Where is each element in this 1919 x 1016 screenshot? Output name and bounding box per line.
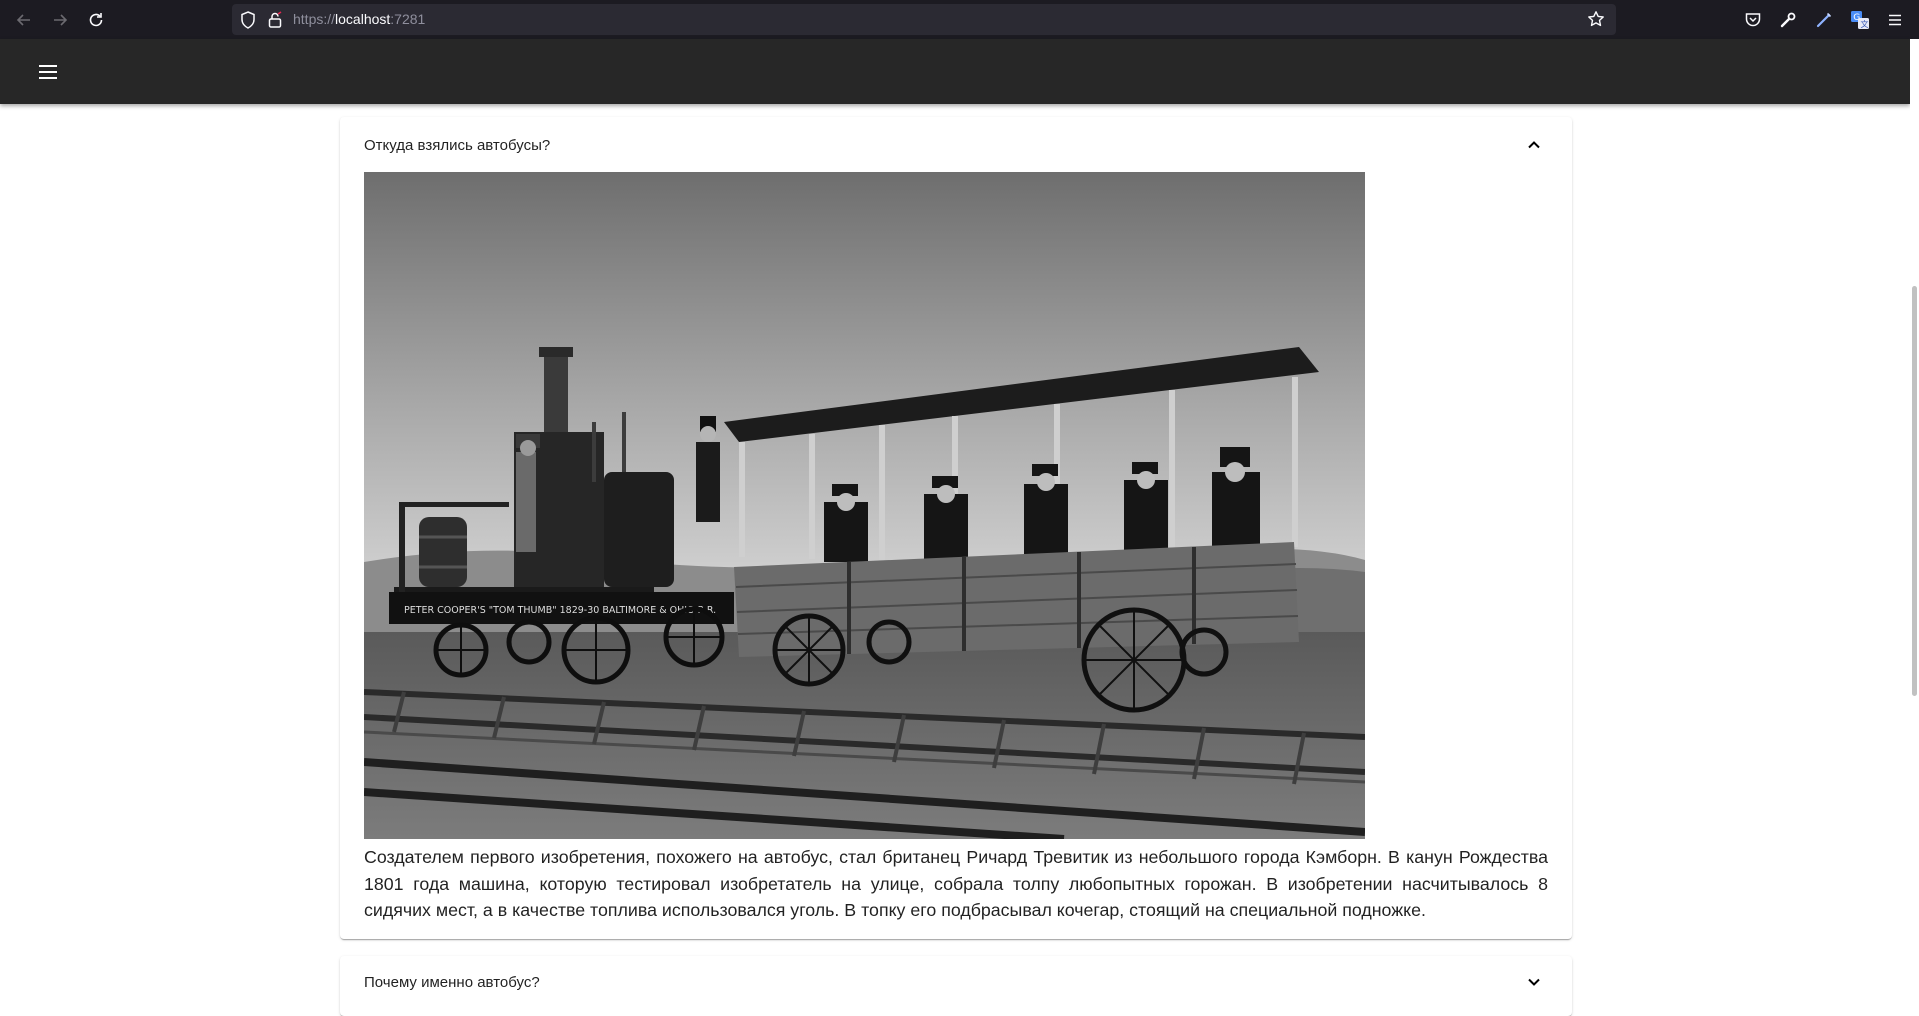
article-text: Создателем первого изобретения, похожего…	[364, 847, 1548, 921]
accordion-panel-origins: Откуда взялись автобусы? PETER COOPER'S …	[340, 117, 1572, 939]
accordion-title: Откуда взялись автобусы?	[364, 137, 551, 154]
accordion-header-why-bus[interactable]: Почему именно автобус?	[364, 956, 1548, 1012]
pen-icon[interactable]	[1814, 10, 1834, 30]
hamburger-menu-icon[interactable]	[36, 60, 60, 84]
accordion-panel-why-bus: Почему именно автобус?	[340, 956, 1572, 1016]
accordion-header-origins[interactable]: Откуда взялись автобусы?	[364, 117, 1548, 173]
back-icon	[16, 14, 30, 26]
pocket-icon[interactable]	[1743, 10, 1763, 30]
wrench-icon[interactable]	[1778, 10, 1798, 30]
app-bar	[0, 39, 1910, 104]
reload-icon	[89, 13, 103, 27]
locomotive-sign-text: PETER COOPER'S "TOM THUMB" 1829-30 BALTI…	[404, 605, 716, 616]
forward-button[interactable]	[47, 7, 73, 33]
accordion-title: Почему именно автобус?	[364, 974, 540, 991]
scrollbar-thumb[interactable]	[1912, 286, 1917, 696]
url-scheme: https://	[293, 11, 336, 27]
chevron-up-icon[interactable]	[1524, 135, 1544, 155]
translate-icon[interactable]: G文	[1850, 10, 1870, 30]
svg-text:文: 文	[1861, 19, 1869, 29]
lock-icon[interactable]	[265, 10, 285, 30]
star-icon[interactable]	[1586, 9, 1606, 29]
back-button[interactable]	[11, 7, 37, 33]
locomotive-carriage-image: PETER COOPER'S "TOM THUMB" 1829-30 BALTI…	[364, 172, 1365, 839]
chevron-down-icon[interactable]	[1524, 972, 1544, 992]
url-host: localhost	[335, 11, 391, 27]
browser-toolbar: https://localhost:7281 G文	[0, 0, 1919, 39]
url-bar[interactable]: https://localhost:7281	[232, 4, 1616, 35]
url-text[interactable]: https://localhost:7281	[293, 11, 425, 27]
menu-icon[interactable]	[1885, 10, 1905, 30]
forward-icon	[54, 14, 68, 26]
shield-icon[interactable]	[238, 10, 258, 30]
url-port: :7281	[390, 11, 426, 27]
reload-button[interactable]	[83, 7, 109, 33]
historic-bus-photo: PETER COOPER'S "TOM THUMB" 1829-30 BALTI…	[364, 172, 1365, 839]
